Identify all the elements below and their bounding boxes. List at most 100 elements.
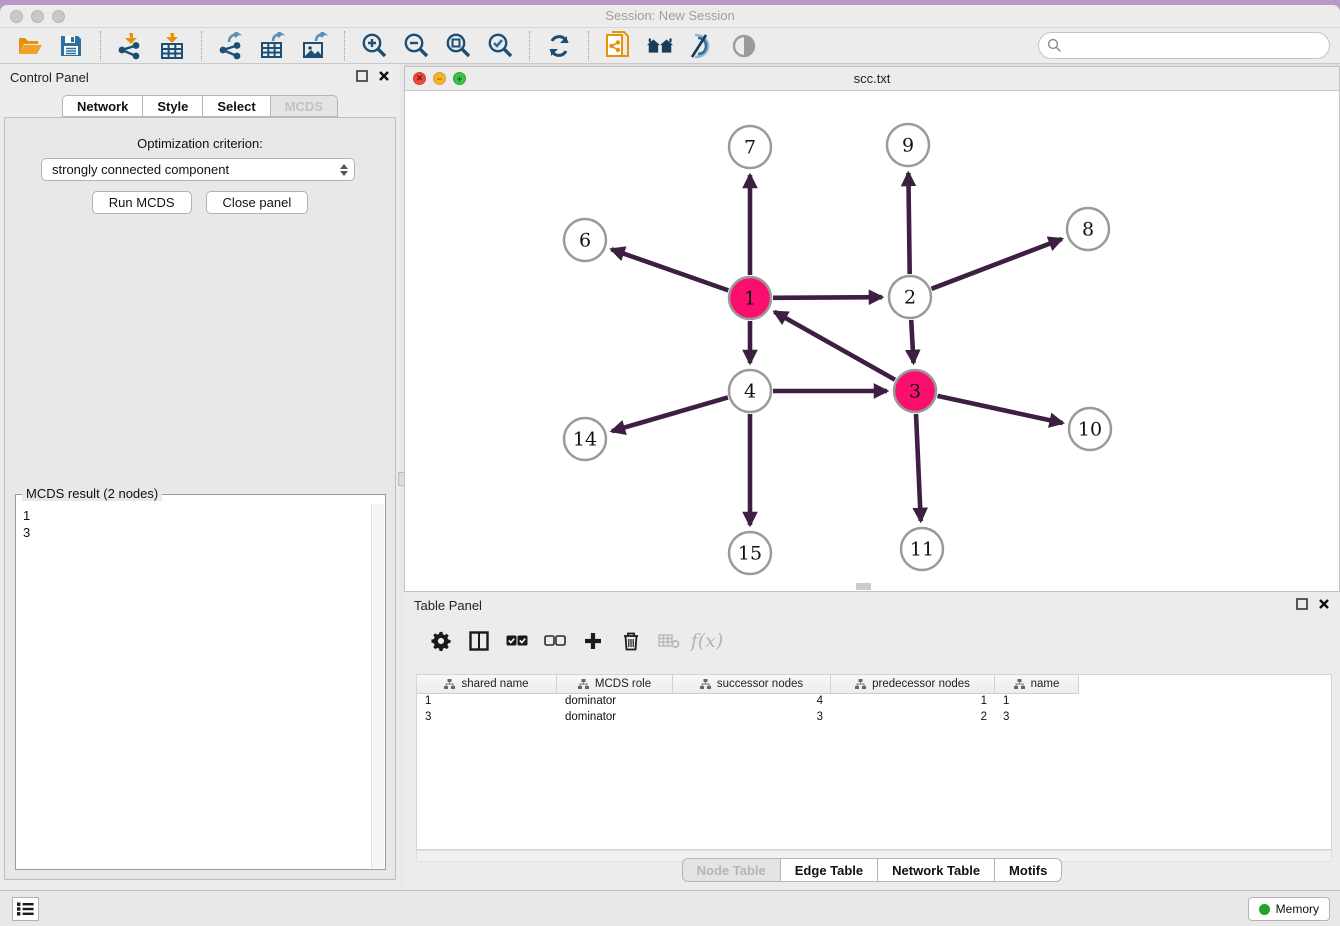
column-header-label: shared name (461, 678, 528, 690)
zoom-selected-icon[interactable] (485, 31, 515, 61)
column-header-predecessor-nodes[interactable]: predecessor nodes (831, 675, 995, 694)
mcds-result-title: MCDS result (2 nodes) (22, 486, 162, 501)
apply-layout-icon[interactable] (544, 31, 574, 61)
network-overview-icon[interactable] (645, 31, 675, 61)
export-network-icon[interactable] (216, 31, 246, 61)
column-header-name[interactable]: name (995, 675, 1079, 694)
node-4[interactable]: 4 (729, 370, 771, 412)
table-cell[interactable]: dominator (557, 694, 673, 710)
table-cell[interactable]: 3 (417, 710, 557, 726)
mcds-result-list[interactable]: 13 (17, 504, 371, 868)
tab-node-table[interactable]: Node Table (682, 858, 781, 882)
edge-3-1[interactable] (774, 312, 895, 380)
select-stepper-icon (340, 164, 348, 176)
table-panel-title: Table Panel (414, 598, 482, 613)
edge-1-2[interactable] (773, 297, 882, 298)
unselect-all-columns-icon[interactable] (540, 626, 570, 656)
edge-2-8[interactable] (931, 239, 1061, 289)
delete-columns-icon[interactable] (616, 626, 646, 656)
tab-style[interactable]: Style (143, 95, 203, 117)
network-canvas[interactable]: 7 9 6 8 1 2 4 3 14 10 15 11 (405, 91, 1339, 591)
node-6[interactable]: 6 (564, 219, 606, 261)
tab-motifs[interactable]: Motifs (995, 858, 1062, 882)
table-cell[interactable]: 3 (673, 710, 831, 726)
export-table-icon[interactable] (258, 31, 288, 61)
node-table[interactable]: shared name MCDS role successor nodes prede… (416, 674, 1332, 850)
table-options-icon[interactable] (426, 626, 456, 656)
edge-2-3[interactable] (911, 320, 913, 363)
node-11[interactable]: 11 (901, 528, 943, 570)
task-history-button[interactable] (12, 897, 39, 921)
node-2[interactable]: 2 (889, 276, 931, 318)
table-row[interactable]: 3dominator323 (417, 710, 1331, 726)
column-header-label: MCDS role (595, 678, 651, 690)
show-graphics-details-icon[interactable] (729, 31, 759, 61)
memory-button[interactable]: Memory (1248, 897, 1330, 921)
clone-network-icon[interactable] (603, 31, 633, 61)
search-box[interactable] (1038, 32, 1330, 59)
edge-2-9[interactable] (908, 173, 909, 274)
node-1[interactable]: 1 (729, 277, 771, 319)
export-image-icon[interactable] (300, 31, 330, 61)
column-type-icon (578, 679, 589, 689)
table-cell[interactable]: 3 (995, 710, 1079, 726)
run-mcds-button[interactable]: Run MCDS (92, 191, 192, 214)
application-window: Session: New Session (0, 0, 1340, 926)
create-column-icon[interactable] (578, 626, 608, 656)
close-table-panel-icon[interactable] (1318, 598, 1330, 610)
select-all-columns-icon[interactable] (502, 626, 532, 656)
node-14[interactable]: 14 (564, 418, 606, 460)
table-cell[interactable]: 1 (417, 694, 557, 710)
result-scrollbar[interactable] (371, 504, 384, 868)
table-row[interactable]: 1dominator411 (417, 694, 1331, 710)
column-header-shared-name[interactable]: shared name (417, 675, 557, 694)
result-item: 1 (23, 507, 371, 524)
import-network-icon[interactable] (115, 31, 145, 61)
column-header-label: successor nodes (717, 678, 803, 690)
node-3[interactable]: 3 (894, 370, 936, 412)
svg-text:6: 6 (579, 230, 591, 252)
edge-3-11[interactable] (916, 414, 921, 521)
close-panel-button[interactable]: Close panel (206, 191, 309, 214)
float-table-panel-icon[interactable] (1296, 598, 1308, 610)
zoom-out-icon[interactable] (401, 31, 431, 61)
table-cell[interactable]: 2 (831, 710, 995, 726)
network-graph[interactable]: 7 9 6 8 1 2 4 3 14 10 15 11 (405, 91, 1339, 592)
zoom-in-icon[interactable] (359, 31, 389, 61)
column-header-successor-nodes[interactable]: successor nodes (673, 675, 831, 694)
tab-select[interactable]: Select (203, 95, 270, 117)
edge-1-6[interactable] (611, 249, 728, 290)
tab-edge-table[interactable]: Edge Table (781, 858, 878, 882)
node-10[interactable]: 10 (1069, 408, 1111, 450)
table-cell[interactable]: 1 (831, 694, 995, 710)
node-8[interactable]: 8 (1067, 208, 1109, 250)
canvas-resize-handle[interactable] (856, 583, 871, 590)
close-panel-icon[interactable] (378, 70, 390, 82)
node-7[interactable]: 7 (729, 126, 771, 168)
show-column-panel-icon[interactable] (464, 626, 494, 656)
tab-network[interactable]: Network (62, 95, 143, 117)
zoom-fit-icon[interactable] (443, 31, 473, 61)
hide-panels-icon[interactable] (687, 31, 717, 61)
delete-table-icon (654, 626, 684, 656)
import-table-icon[interactable] (157, 31, 187, 61)
node-15[interactable]: 15 (729, 532, 771, 574)
float-panel-icon[interactable] (356, 70, 368, 82)
svg-text:14: 14 (573, 429, 597, 451)
column-header-mcds-role[interactable]: MCDS role (557, 675, 673, 694)
save-session-icon[interactable] (56, 31, 86, 61)
node-9[interactable]: 9 (887, 124, 929, 166)
table-cell[interactable]: 1 (995, 694, 1079, 710)
svg-text:11: 11 (910, 539, 934, 561)
column-header-label: predecessor nodes (872, 678, 970, 690)
tab-network-table[interactable]: Network Table (878, 858, 995, 882)
table-cell[interactable]: 4 (673, 694, 831, 710)
open-session-icon[interactable] (14, 31, 44, 61)
edge-4-14[interactable] (612, 397, 728, 431)
table-cell[interactable]: dominator (557, 710, 673, 726)
search-input[interactable] (1067, 36, 1329, 56)
optimization-criterion-select[interactable]: strongly connected component (41, 158, 355, 181)
tab-mcds[interactable]: MCDS (271, 95, 338, 117)
svg-text:3: 3 (909, 381, 921, 403)
edge-3-10[interactable] (937, 396, 1062, 423)
